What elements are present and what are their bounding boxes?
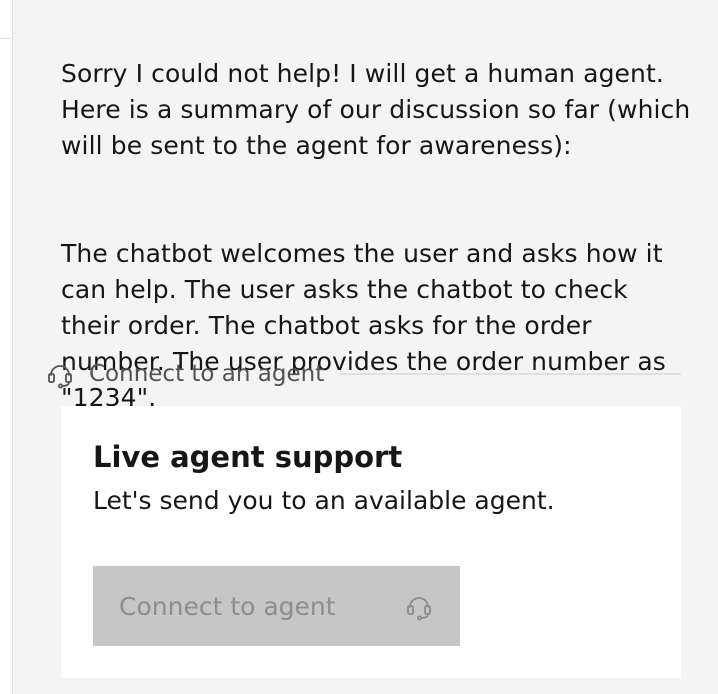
connect-agent-divider: Connect to an agent: [45, 357, 681, 391]
headset-icon: [45, 359, 75, 389]
bot-message-intro: Sorry I could not help! I will get a hum…: [61, 59, 691, 160]
divider-line: [340, 373, 681, 375]
live-agent-card: Live agent support Let's send you to an …: [61, 406, 681, 678]
chat-window: Sorry I could not help! I will get a hum…: [0, 0, 718, 694]
outer-divider: [0, 38, 12, 39]
connect-to-agent-button-label: Connect to agent: [119, 591, 336, 621]
headset-icon: [404, 591, 434, 621]
live-agent-description: Let's send you to an available agent.: [93, 486, 555, 515]
connect-to-agent-button[interactable]: Connect to agent: [93, 566, 460, 646]
live-agent-title: Live agent support: [93, 440, 403, 474]
connect-agent-label: Connect to an agent: [89, 361, 325, 387]
chat-panel[interactable]: Sorry I could not help! I will get a hum…: [12, 0, 718, 694]
